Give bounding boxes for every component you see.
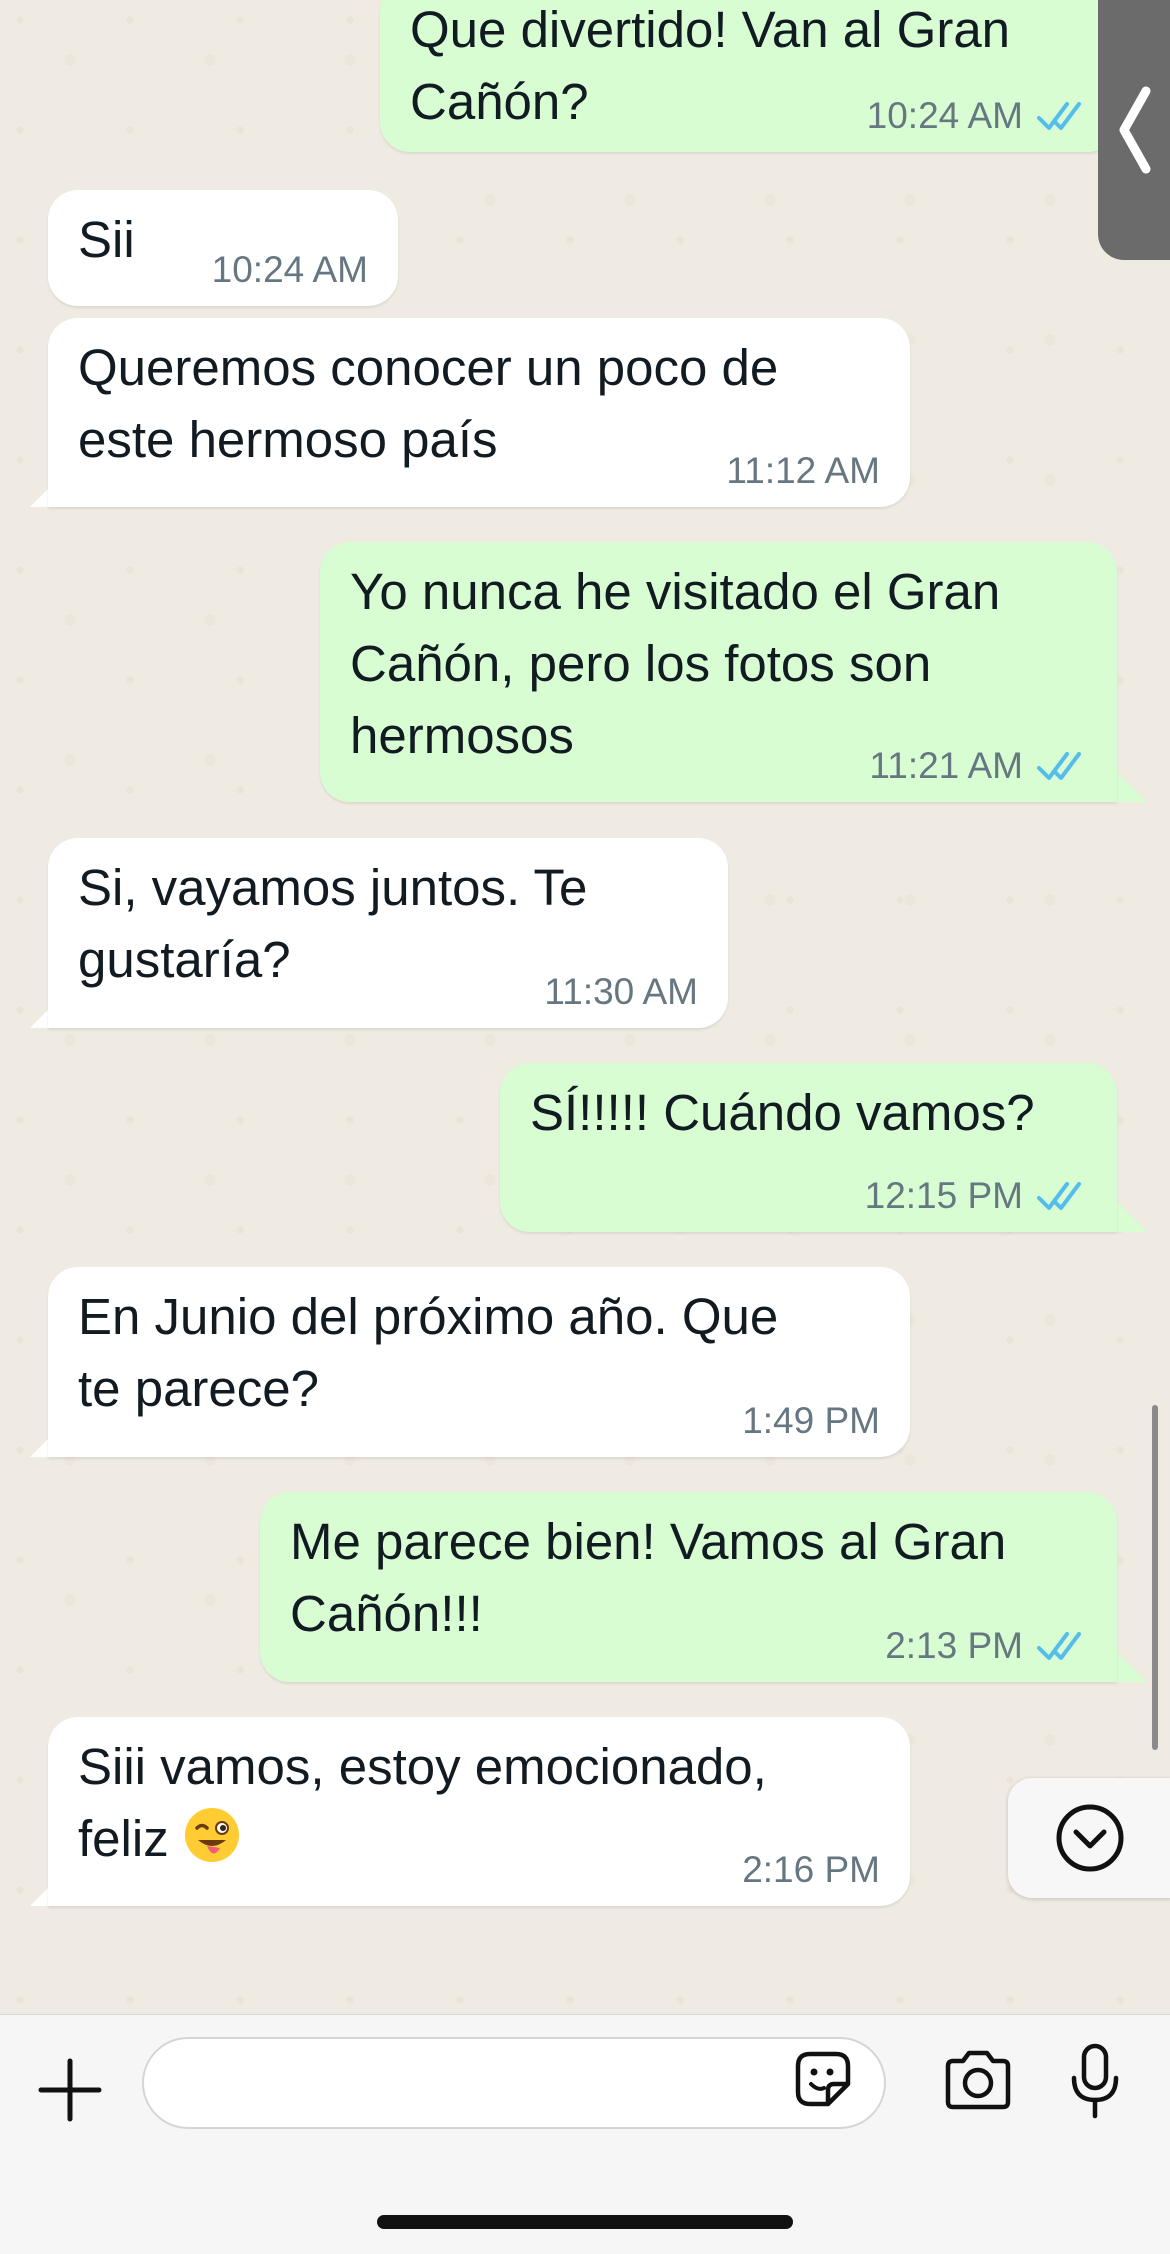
chevron-down-circle-icon — [1056, 1804, 1124, 1872]
message-text: En Junio del próximo año. Que te parece? — [78, 1288, 779, 1417]
scroll-to-bottom-button[interactable] — [1008, 1778, 1170, 1898]
message-text: Sii — [78, 211, 135, 268]
bubble-tail — [1117, 772, 1147, 802]
message-bubble-incoming[interactable]: Siii vamos, estoy emocionado, feliz 2:16… — [48, 1717, 910, 1906]
message-meta: 10:24 AM — [867, 94, 1091, 138]
message-meta: 2:16 PM — [742, 1848, 880, 1892]
message-meta: 1:49 PM — [742, 1399, 880, 1443]
microphone-icon[interactable] — [1068, 2042, 1122, 2120]
double-check-icon — [1037, 1182, 1081, 1210]
bubble-tail — [1117, 1652, 1147, 1682]
message-time: 10:24 AM — [866, 95, 1023, 136]
message-bubble-outgoing[interactable]: Yo nunca he visitado el Gran Cañón, pero… — [320, 542, 1117, 802]
message-meta: 2:13 PM — [885, 1624, 1091, 1668]
message-time: 10:24 AM — [211, 249, 368, 290]
double-check-icon — [1037, 1632, 1081, 1660]
message-bubble-incoming[interactable]: Queremos conocer un poco de este hermoso… — [48, 318, 910, 507]
chevron-left-icon — [1119, 86, 1151, 174]
message-time: 12:15 PM — [864, 1175, 1023, 1216]
message-bubble-incoming[interactable]: Sii 10:24 AM — [48, 190, 398, 306]
message-time: 11:12 AM — [726, 450, 880, 491]
message-bubble-outgoing[interactable]: SÍ!!!!! Cuándo vamos? 12:15 PM — [500, 1063, 1117, 1232]
bubble-tail — [1117, 1202, 1147, 1232]
message-time: 2:16 PM — [742, 1849, 880, 1890]
message-meta: 10:24 AM — [212, 248, 368, 292]
message-meta: 11:21 AM — [869, 744, 1091, 788]
chat-area[interactable]: Que divertido! Van al Gran Cañón? 10:24 … — [0, 0, 1170, 2014]
scrollbar[interactable] — [1152, 1405, 1158, 1750]
message-input[interactable] — [142, 2037, 886, 2129]
message-time: 11:21 AM — [869, 745, 1023, 786]
message-bubble-incoming[interactable]: En Junio del próximo año. Que te parece?… — [48, 1267, 910, 1457]
message-text: Si, vayamos juntos. Te gustaría? — [78, 859, 588, 988]
message-meta: 11:12 AM — [726, 449, 880, 493]
camera-icon[interactable] — [942, 2048, 1014, 2112]
message-bubble-incoming[interactable]: Si, vayamos juntos. Te gustaría? 11:30 A… — [48, 838, 728, 1028]
double-check-icon — [1037, 102, 1081, 130]
message-meta: 12:15 PM — [865, 1174, 1091, 1218]
message-text: SÍ!!!!! Cuándo vamos? — [530, 1084, 1035, 1141]
winking-face-with-tongue-icon — [184, 1808, 239, 1862]
message-bubble-outgoing[interactable]: Que divertido! Van al Gran Cañón? 10:24 … — [380, 0, 1117, 152]
sticker-icon[interactable] — [790, 2046, 856, 2112]
message-text: Siii vamos, estoy emocionado, feliz — [78, 1731, 767, 1875]
message-bubble-outgoing[interactable]: Me parece bien! Vamos al Gran Cañón!!! 2… — [260, 1492, 1117, 1682]
plus-icon[interactable] — [35, 2055, 105, 2125]
side-panel-tab[interactable] — [1098, 0, 1170, 260]
message-meta: 11:30 AM — [544, 970, 698, 1014]
message-time: 2:13 PM — [885, 1625, 1023, 1666]
message-time: 1:49 PM — [742, 1400, 880, 1441]
message-time: 11:30 AM — [544, 971, 698, 1012]
message-text-content: Siii vamos, estoy emocionado, feliz — [78, 1738, 767, 1867]
message-text: Queremos conocer un poco de este hermoso… — [78, 339, 779, 468]
message-text: Yo nunca he visitado el Gran Cañón, pero… — [350, 563, 1001, 764]
double-check-icon — [1037, 752, 1081, 780]
home-indicator — [377, 2215, 793, 2229]
